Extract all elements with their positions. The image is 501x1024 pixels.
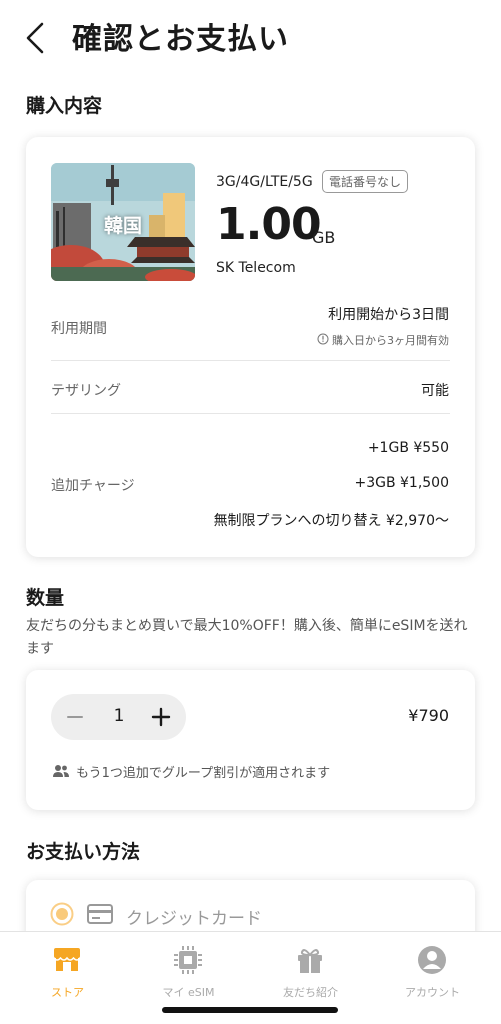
quantity-stepper[interactable]: 1 — [51, 694, 186, 740]
data-unit: GB — [312, 228, 336, 247]
radio-selected-icon[interactable] — [50, 902, 74, 926]
divider — [51, 360, 450, 361]
group-discount-note: もう1つ追加でグループ割引が適用されます — [76, 766, 331, 781]
divider — [51, 413, 450, 414]
network-type: 3G/4G/LTE/5G — [216, 174, 313, 190]
quantity-section-title: 数量 — [26, 587, 65, 609]
quantity-card: 1 ¥790 もう1つ追加でグループ割引が適用されます — [26, 670, 475, 810]
minus-icon — [67, 716, 83, 718]
info-icon — [317, 333, 329, 345]
quantity-value: 1 — [113, 706, 125, 726]
gift-icon — [298, 949, 322, 973]
tethering-value: 可能 — [421, 383, 449, 399]
page-title: 確認とお支払い — [72, 22, 289, 57]
chevron-left-icon — [26, 22, 44, 54]
no-phone-number-badge: 電話番号なし — [322, 170, 409, 193]
tab-my-esim[interactable]: マイ eSIM — [126, 932, 251, 1002]
header: 確認とお支払い — [0, 0, 501, 78]
decrement-button[interactable] — [61, 703, 89, 731]
topup-option: +3GB ¥1,500 — [354, 475, 449, 491]
credit-card-icon — [87, 904, 113, 924]
tab-label: ストア — [51, 986, 84, 999]
tab-store[interactable]: ストア — [5, 932, 130, 1002]
tethering-label: テザリング — [51, 383, 121, 399]
tab-account[interactable]: アカウント — [370, 932, 495, 1002]
sim-chip-icon — [174, 946, 202, 974]
home-indicator — [162, 1007, 338, 1013]
payment-option-label: クレジットカード — [126, 909, 262, 929]
plan-thumbnail: 韓国 — [51, 163, 195, 281]
period-label: 利用期間 — [51, 321, 107, 337]
period-note-text: 購入日から3ヶ月間有効 — [332, 334, 449, 347]
tab-friend-referral[interactable]: 友だち紹介 — [248, 932, 373, 1002]
plus-icon — [151, 707, 171, 727]
data-amount: 1.00 — [216, 199, 322, 250]
country-label: 韓国 — [103, 215, 142, 237]
purchase-section-title: 購入内容 — [26, 95, 103, 117]
payment-section-title: お支払い方法 — [26, 841, 141, 863]
tab-label: アカウント — [405, 986, 460, 999]
back-button[interactable] — [18, 18, 54, 58]
total-price: ¥790 — [408, 706, 449, 725]
topup-option: +1GB ¥550 — [367, 440, 449, 456]
increment-button[interactable] — [147, 703, 175, 731]
account-icon — [418, 946, 446, 974]
topup-label: 追加チャージ — [51, 478, 135, 494]
tab-label: マイ eSIM — [162, 986, 215, 999]
tab-label: 友だち紹介 — [283, 986, 338, 999]
bulk-discount-promo: 友だちの分もまとめ買いで最大10%OFF！購入後、簡単にeSIMを送れます — [26, 618, 468, 657]
period-value: 利用開始から3日間 — [328, 307, 449, 323]
period-note: 購入日から3ヶ月間有効 — [317, 332, 449, 348]
purchase-card: 韓国 3G/4G/LTE/5G 電話番号なし 1.00 GB SK Teleco… — [26, 137, 475, 557]
carrier-name: SK Telecom — [216, 260, 296, 276]
topup-option: 無制限プランへの切り替え ¥2,970〜 — [213, 513, 449, 529]
store-icon — [53, 948, 81, 971]
people-icon — [53, 765, 69, 777]
